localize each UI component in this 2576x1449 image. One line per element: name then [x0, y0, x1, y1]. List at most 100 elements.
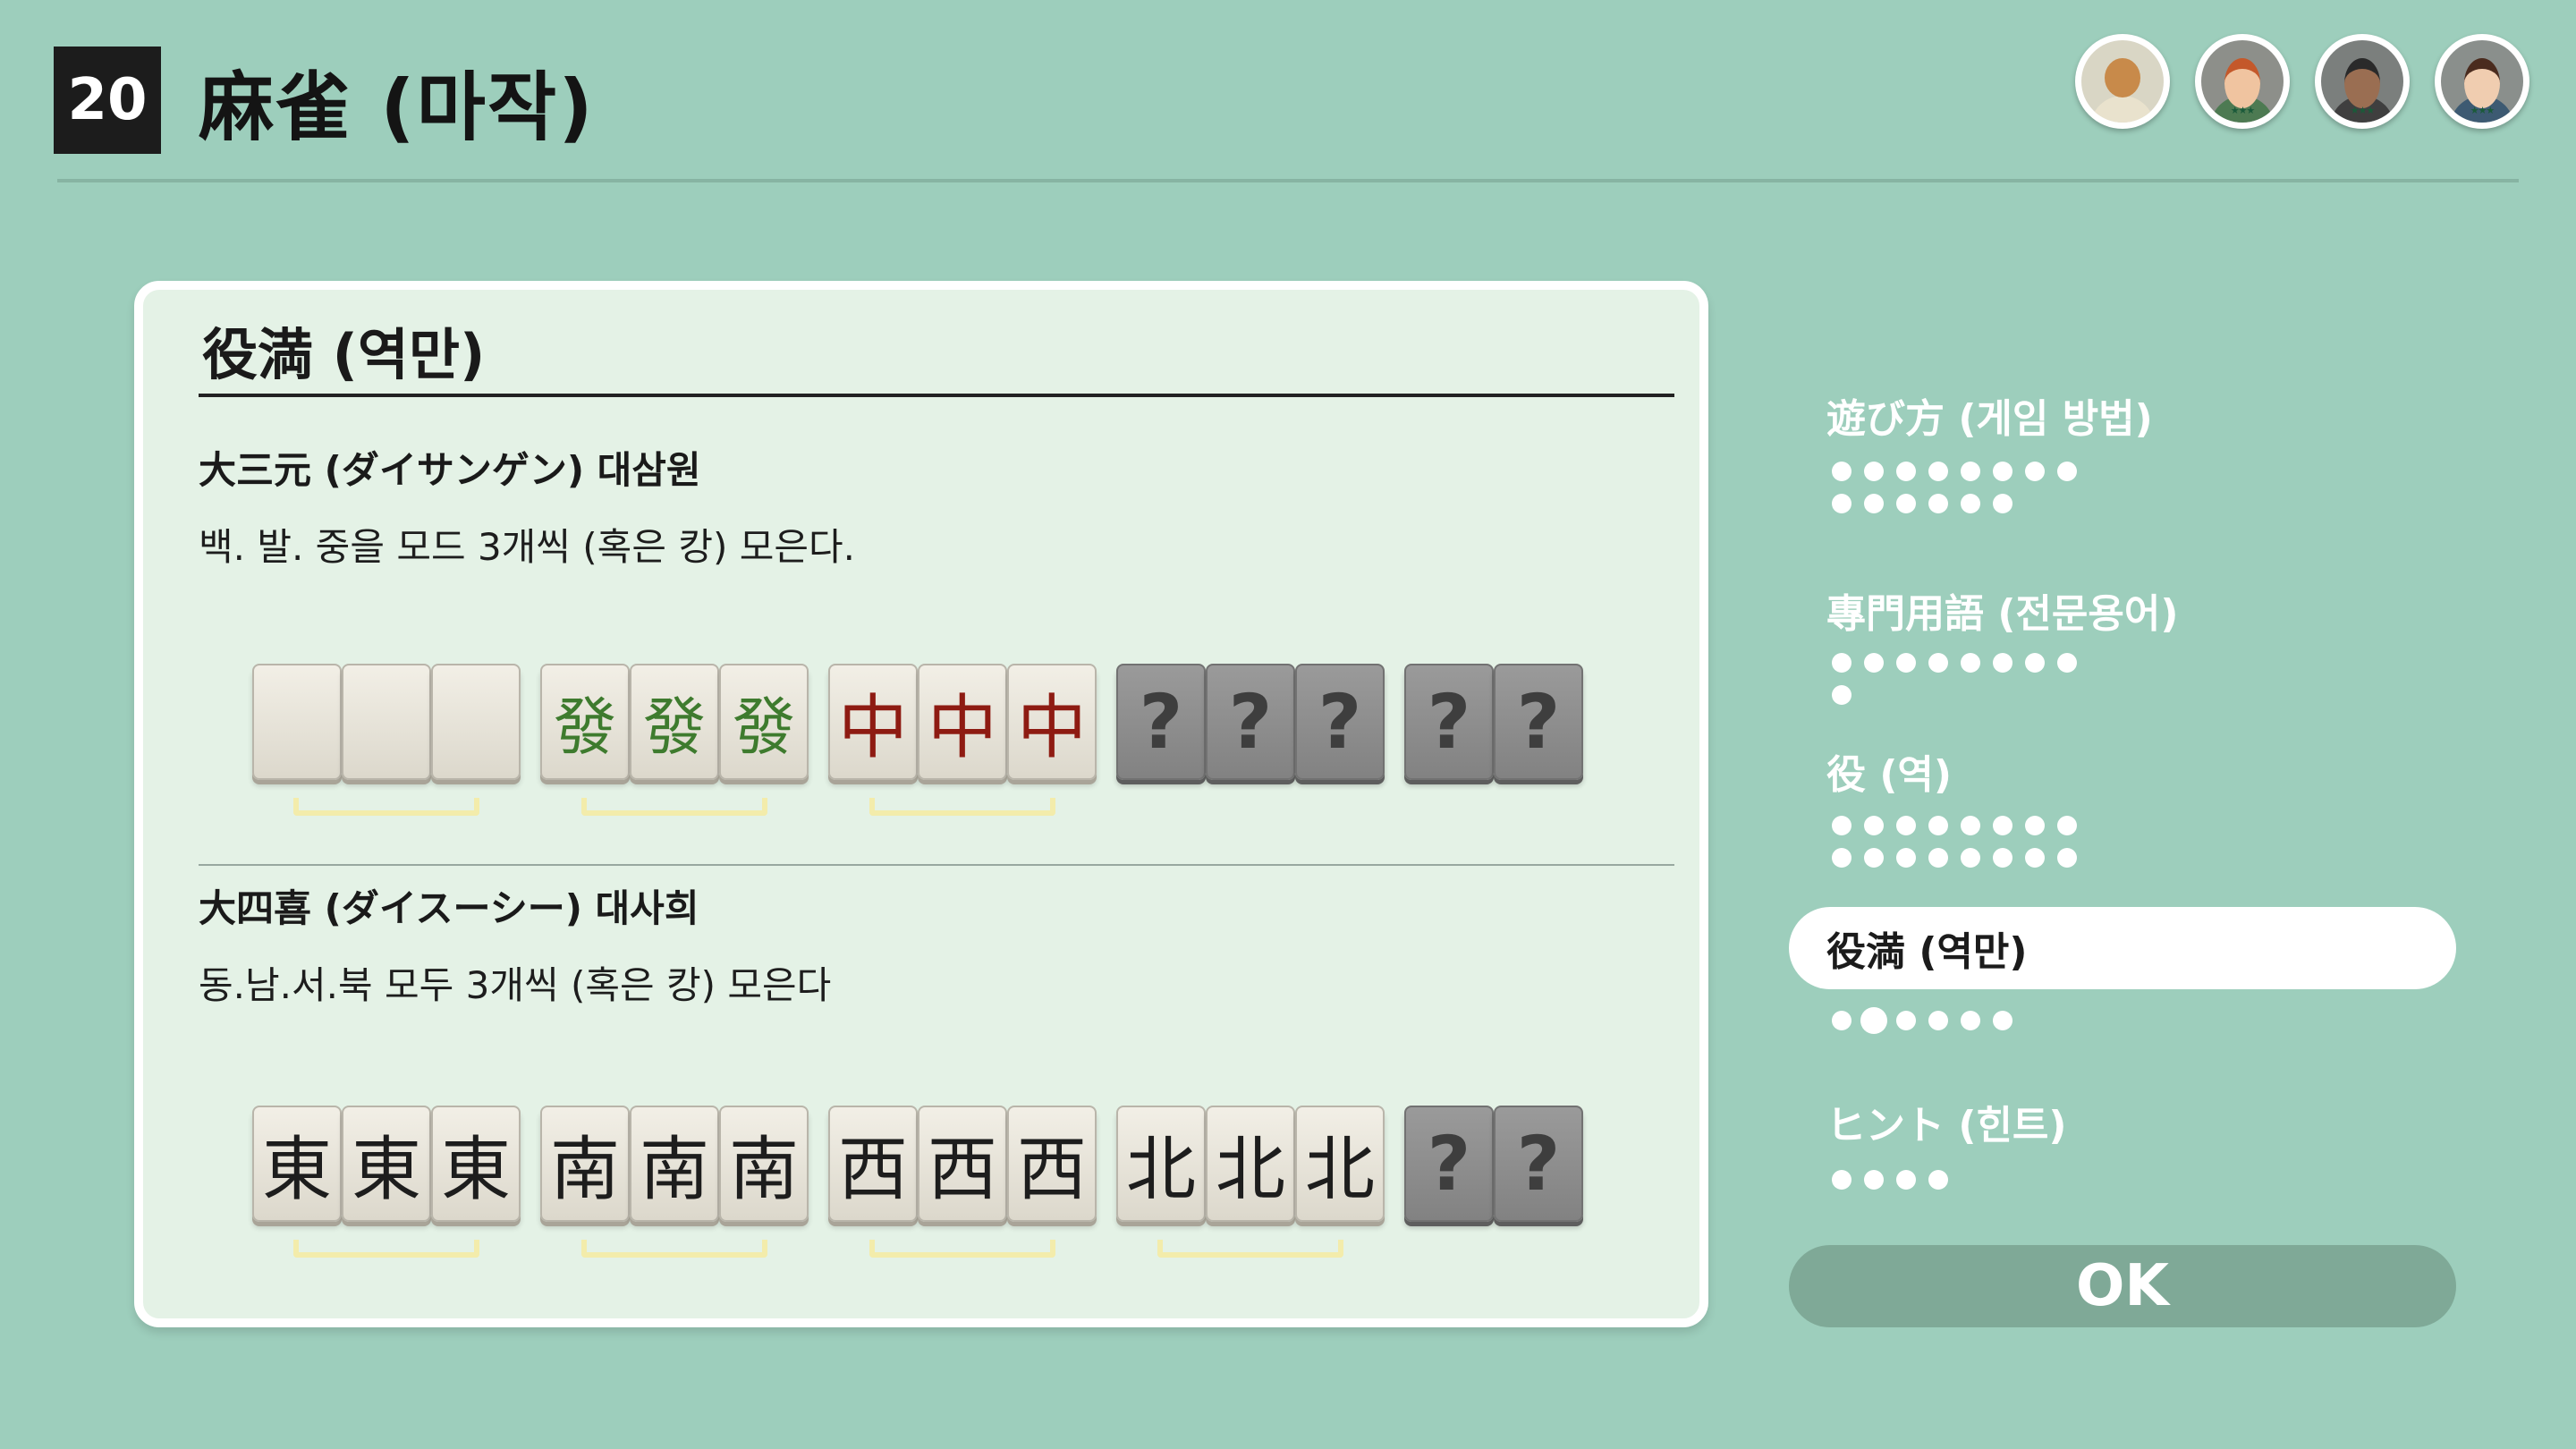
page-dot — [2057, 816, 2077, 835]
page-dot — [1832, 494, 1852, 513]
set-bracket — [869, 1240, 1055, 1258]
mahjong-tile — [252, 664, 342, 780]
page-dot — [1832, 816, 1852, 835]
mahjong-tile: 東 — [431, 1106, 521, 1222]
tile-example-daisushi: 東東東南南南西西西北北北?? — [252, 1106, 1583, 1258]
tile-group: ??? — [1116, 664, 1385, 780]
page-dot — [1961, 494, 1980, 513]
yaku-desc-daisushi: 동.남.서.북 모두 3개씩 (혹은 캉) 모은다 — [199, 963, 832, 1007]
page-dot — [2057, 653, 2077, 673]
page-dot — [1832, 685, 1852, 705]
page-dot — [1864, 462, 1884, 481]
ok-button[interactable]: OK — [1789, 1245, 2456, 1327]
menu-item-2[interactable]: 役 (역) — [1789, 730, 2456, 812]
mahjong-tile — [342, 664, 431, 780]
mahjong-tile: 發 — [630, 664, 719, 780]
menu-item-0[interactable]: 遊び方 (게임 방법) — [1789, 374, 2456, 456]
mahjong-tile: 南 — [540, 1106, 630, 1222]
tile-example-daisangen: 發發發中中中????? — [252, 664, 1583, 816]
page-dot — [1864, 653, 1884, 673]
mahjong-tile: 西 — [918, 1106, 1007, 1222]
avatar-rank-stars: ★★★ — [2350, 105, 2376, 116]
page-dot — [1993, 653, 2012, 673]
game-number-badge: 20 — [54, 47, 161, 154]
page-dot — [1864, 816, 1884, 835]
section-divider — [199, 864, 1674, 866]
page-dot — [1896, 816, 1916, 835]
panel-title-divider — [199, 394, 1674, 397]
mahjong-tile: 中 — [828, 664, 918, 780]
page-dot — [1896, 1011, 1916, 1030]
avatar-rank-stars: ★★★ — [2470, 105, 2496, 116]
yaku-name-daisushi: 大四喜 (ダイスーシー) 대사희 — [199, 886, 699, 930]
menu-item-3[interactable]: 役満 (역만) — [1789, 907, 2456, 989]
page-dot — [1961, 1011, 1980, 1030]
set-bracket — [1157, 1240, 1343, 1258]
menu-item-4[interactable]: ヒント (힌트) — [1789, 1080, 2456, 1163]
page-dot — [1993, 816, 2012, 835]
page-dot — [2025, 816, 2045, 835]
avatar-background — [2081, 40, 2164, 123]
page-dot — [1928, 1011, 1948, 1030]
page-dot — [1961, 848, 1980, 868]
page-dot — [2025, 462, 2045, 481]
tile-group: 西西西 — [828, 1106, 1097, 1258]
page-dot — [1832, 653, 1852, 673]
tile-group: ?? — [1404, 1106, 1583, 1222]
tile-group: 發發發 — [540, 664, 809, 816]
page-indicator-dots — [1832, 1170, 2118, 1202]
mahjong-tile: 中 — [1007, 664, 1097, 780]
hidden-tile: ? — [1206, 664, 1295, 780]
page-dot — [1896, 1170, 1916, 1190]
page-dot — [1832, 848, 1852, 868]
mahjong-tile: 發 — [540, 664, 630, 780]
mahjong-tile — [431, 664, 521, 780]
page-dot — [1928, 494, 1948, 513]
page-dot — [1832, 1170, 1852, 1190]
mahjong-tile: 北 — [1206, 1106, 1295, 1222]
menu-item-1[interactable]: 專門用語 (전문용어) — [1789, 569, 2456, 651]
panel-title: 役満 (역만) — [202, 322, 486, 387]
hidden-tile: ? — [1295, 664, 1385, 780]
page-dot — [1961, 653, 1980, 673]
hidden-tile: ? — [1494, 1106, 1583, 1222]
avatar-head — [2344, 58, 2380, 108]
set-bracket — [869, 798, 1055, 816]
page-indicator-dots — [1832, 462, 2118, 526]
tile-group: 北北北 — [1116, 1106, 1385, 1258]
page-dot — [1961, 816, 1980, 835]
tile-group: 南南南 — [540, 1106, 809, 1258]
avatar-rank-stars: ★★★ — [2230, 105, 2256, 116]
avatar-raccoon-npc — [2075, 34, 2170, 129]
page-dot — [1832, 462, 1852, 481]
page-dot — [1896, 462, 1916, 481]
set-bracket — [581, 1240, 767, 1258]
page-indicator-dots — [1832, 653, 2118, 717]
avatar-player-dark: ★★★ — [2315, 34, 2410, 129]
mahjong-tile: 南 — [719, 1106, 809, 1222]
header-divider — [57, 179, 2519, 182]
page-dot — [1896, 848, 1916, 868]
avatar-head — [2224, 58, 2260, 108]
set-bracket — [293, 798, 479, 816]
hidden-tile: ? — [1404, 1106, 1494, 1222]
page-dot — [1928, 462, 1948, 481]
tile-group: ?? — [1404, 664, 1583, 780]
player-avatars: ★★★ ★★★ ★★★ — [2075, 34, 2529, 129]
avatar-head — [2105, 58, 2140, 97]
page-indicator-dots — [1832, 816, 2118, 880]
hidden-tile: ? — [1494, 664, 1583, 780]
mahjong-tile: 東 — [252, 1106, 342, 1222]
mahjong-tile: 中 — [918, 664, 1007, 780]
page-dot — [1864, 1170, 1884, 1190]
avatar-head — [2464, 58, 2500, 108]
page-dot — [1993, 494, 2012, 513]
mahjong-tile: 發 — [719, 664, 809, 780]
tile-group — [252, 664, 521, 816]
tile-group: 中中中 — [828, 664, 1097, 816]
set-bracket — [293, 1240, 479, 1258]
yaku-desc-daisangen: 백. 발. 중을 모드 3개씩 (혹은 캉) 모은다. — [199, 525, 855, 569]
tile-group: 東東東 — [252, 1106, 521, 1258]
page-dot — [2025, 653, 2045, 673]
page-dot — [1928, 848, 1948, 868]
